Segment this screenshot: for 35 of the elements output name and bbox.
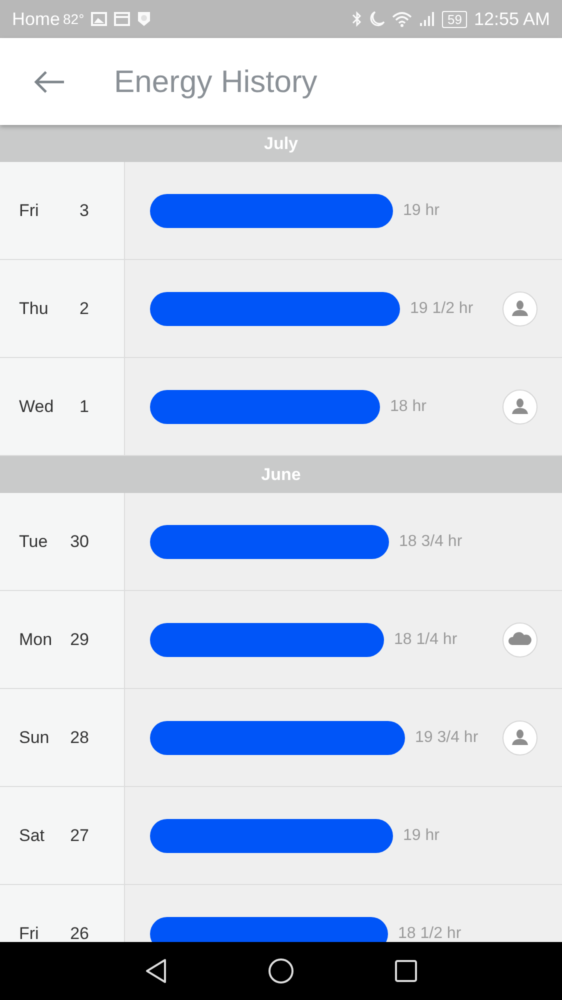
day-cell: Tue 30: [0, 493, 125, 590]
temperature-label: 82°: [63, 11, 84, 27]
battery-icon: 59: [442, 10, 467, 28]
duration-label: 19 hr: [403, 826, 440, 844]
day-cell: Mon 29: [0, 591, 125, 688]
day-cell: Fri 26: [0, 885, 125, 942]
day-cell: Thu 2: [0, 260, 125, 357]
day-cell: Fri 3: [0, 162, 125, 259]
recents-nav-icon[interactable]: [394, 959, 418, 983]
wifi-icon: [392, 11, 412, 27]
back-nav-icon[interactable]: [144, 958, 168, 984]
clock: 12:55 AM: [474, 8, 550, 30]
calendar-icon: [114, 12, 130, 26]
moon-icon: [369, 11, 386, 27]
shield-icon: [137, 11, 152, 27]
image-icon: [91, 12, 108, 26]
person-icon: [502, 720, 538, 756]
duration-label: 19 1/2 hr: [410, 300, 474, 318]
day-cell: Sat 27: [0, 787, 125, 884]
person-icon: [502, 290, 538, 326]
duration-label: 19 hr: [403, 202, 440, 220]
bluetooth-icon: [352, 11, 362, 27]
duration-label: 18 3/4 hr: [399, 532, 462, 550]
person-icon: [502, 388, 538, 424]
duration-label: 18 hr: [390, 398, 426, 416]
duration-label: 19 3/4 hr: [415, 728, 478, 746]
duration-label: 18 1/4 hr: [394, 630, 458, 648]
signal-icon: [419, 11, 436, 27]
cloud-icon: [502, 622, 538, 658]
day-cell: Wed 1: [0, 358, 125, 455]
carrier-label: Home: [12, 8, 60, 30]
duration-label: 18 1/2 hr: [398, 924, 462, 942]
day-cell: Sun 28: [0, 689, 125, 786]
home-nav-icon[interactable]: [268, 958, 294, 984]
page-title: Energy History: [114, 64, 318, 100]
